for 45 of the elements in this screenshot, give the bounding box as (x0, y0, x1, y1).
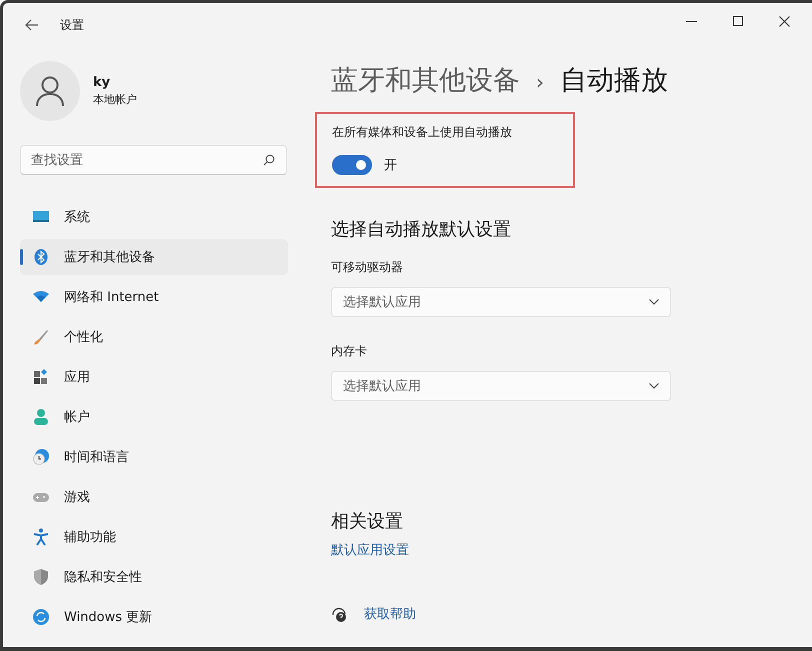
person-icon (32, 408, 50, 426)
sidebar-item[interactable]: 系统 (20, 199, 288, 235)
sidebar-item[interactable]: 个性化 (20, 319, 288, 355)
apps-icon (32, 368, 50, 386)
dropdown[interactable]: 选择默认应用 (331, 287, 671, 317)
clock-icon (32, 448, 50, 466)
search-icon (263, 154, 275, 166)
chevron-icon (649, 299, 659, 305)
search-field[interactable]: 查找设置 (20, 145, 287, 175)
breadcrumb-parent[interactable]: 蓝牙和其他设备 (331, 62, 520, 98)
sidebar-item[interactable]: 蓝牙和其他设备 (20, 239, 288, 275)
field-label: 内存卡 (331, 343, 368, 360)
help-icon (331, 606, 348, 622)
field-label: 可移动驱动器 (331, 259, 404, 276)
help-link[interactable]: 获取帮助 (364, 605, 416, 623)
minimize-icon[interactable] (686, 20, 697, 22)
sidebar-item[interactable]: 帐户 (20, 399, 288, 435)
shield-icon (32, 568, 50, 586)
account-type: 本地帐户 (93, 92, 137, 107)
bluetooth-icon (32, 248, 50, 266)
window-title: 设置 (60, 16, 84, 34)
settings-link[interactable]: 默认应用设置 (331, 541, 409, 559)
sidebar-item[interactable]: 隐私和安全性 (20, 559, 288, 595)
sidebar-item[interactable]: 游戏 (20, 479, 288, 515)
section-heading: 相关设置 (331, 510, 404, 533)
breadcrumb-separator: › (536, 70, 544, 94)
sidebar-item[interactable]: 网络和 Internet (20, 279, 288, 315)
update-icon (32, 608, 50, 626)
chevron-icon (649, 383, 659, 389)
section-heading: 选择自动播放默认设置 (331, 218, 512, 241)
dropdown[interactable]: 选择默认应用 (331, 371, 671, 401)
setting-label: 在所有媒体和设备上使用自动播放 (332, 124, 513, 141)
accessibility-icon (32, 528, 50, 546)
toggle-switch[interactable] (332, 155, 372, 175)
sidebar-item[interactable]: 辅助功能 (20, 519, 288, 555)
toggle-state: 开 (384, 157, 397, 174)
sidebar-item[interactable]: Windows 更新 (20, 599, 288, 635)
sidebar-item[interactable]: 时间和语言 (20, 439, 288, 475)
user-name: ky (93, 75, 112, 90)
back-icon[interactable] (25, 19, 39, 31)
close-icon[interactable] (779, 16, 790, 26)
brush-icon (32, 328, 50, 346)
page-title: 自动播放 (560, 64, 668, 98)
sidebar-item[interactable]: 应用 (20, 359, 288, 395)
maximize-icon[interactable] (733, 16, 743, 26)
